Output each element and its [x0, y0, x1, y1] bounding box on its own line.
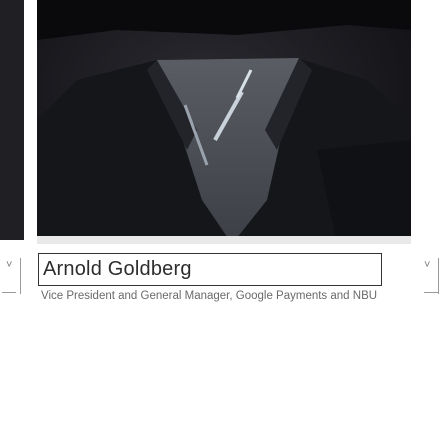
chevron-down-icon: ˅ — [424, 259, 431, 271]
person-name: Arnold Goldberg — [43, 258, 192, 280]
chevron-down-icon: ˅ — [6, 259, 13, 271]
next-card-name-edge[interactable]: ˅ — [410, 258, 448, 298]
person-name-field[interactable]: Arnold Goldberg — [38, 253, 382, 286]
profile-photo — [37, 0, 411, 244]
profile-card-carousel: ˅ Arnold Goldberg Vice President and Gen… — [0, 0, 448, 448]
previous-card-photo-edge[interactable] — [0, 0, 24, 240]
person-title: Vice President and General Manager, Goog… — [41, 290, 378, 302]
divider — [424, 292, 438, 293]
portrait-photo-image — [37, 0, 411, 244]
divider — [438, 258, 439, 294]
divider — [20, 258, 21, 294]
divider — [2, 292, 16, 293]
previous-card-name-edge[interactable]: ˅ — [0, 258, 22, 298]
